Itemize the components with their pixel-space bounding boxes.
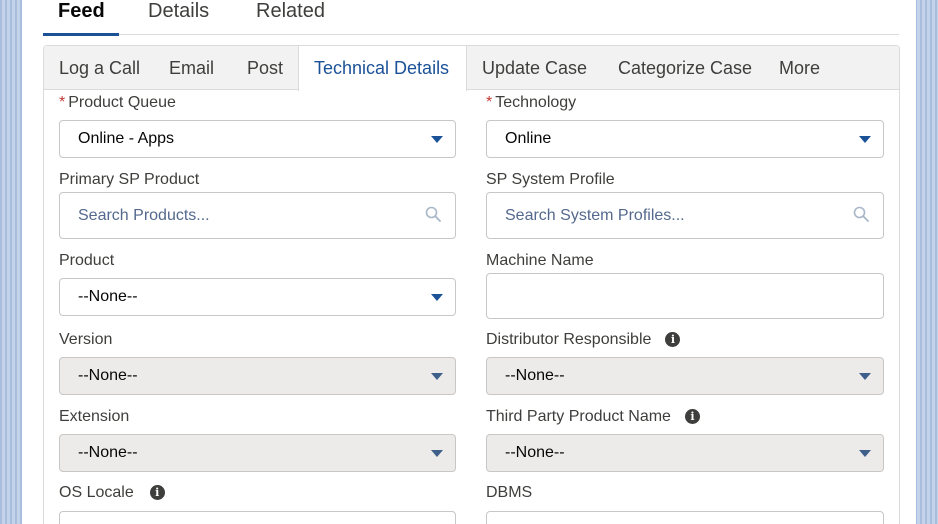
technology-label-text: Technology — [495, 94, 577, 111]
tab-post[interactable]: Post — [247, 46, 283, 90]
product-select[interactable]: --None-- — [59, 278, 456, 316]
chevron-down-icon — [859, 136, 871, 143]
tab-feed[interactable]: Feed — [43, 0, 119, 36]
product-label: Product — [59, 252, 115, 269]
product-queue-select[interactable]: Online - Apps — [59, 120, 456, 158]
extension-select[interactable]: --None-- — [59, 434, 456, 472]
technology-label: * Technology — [486, 94, 576, 112]
version-select[interactable]: --None-- — [59, 357, 456, 395]
publisher-panel: Log a Call Email Post Technical Details … — [43, 45, 900, 524]
info-icon[interactable]: i — [684, 409, 700, 425]
third-party-product-name-value: --None-- — [505, 444, 565, 461]
tab-details[interactable]: Details — [148, 0, 209, 35]
technology-value: Online — [505, 130, 552, 147]
info-icon[interactable]: i — [149, 485, 165, 501]
primary-sp-product-label: Primary SP Product — [59, 171, 200, 188]
sp-system-profile-label: SP System Profile — [486, 171, 615, 188]
tab-email[interactable]: Email — [169, 46, 214, 90]
tab-technical-details[interactable]: Technical Details — [298, 46, 467, 91]
chevron-down-icon — [859, 373, 871, 380]
version-value: --None-- — [78, 367, 138, 384]
publisher-tabbar: Log a Call Email Post Technical Details … — [44, 46, 899, 91]
chevron-down-icon — [431, 136, 443, 143]
extension-value: --None-- — [78, 444, 138, 461]
distributor-responsible-value: --None-- — [505, 367, 565, 384]
record-tabs: Feed Details Related — [43, 0, 899, 36]
dbms-label: DBMS — [486, 484, 533, 501]
tab-related[interactable]: Related — [256, 0, 325, 35]
tab-more[interactable]: More — [779, 46, 820, 90]
distributor-responsible-label: Distributor Responsible i — [486, 331, 681, 349]
sp-system-profile-lookup[interactable]: Search System Profiles... — [486, 192, 884, 239]
primary-sp-product-placeholder: Search Products... — [78, 207, 210, 224]
product-queue-label: * Product Queue — [59, 94, 176, 112]
case-record-card: Feed Details Related Log a Call Email Po… — [22, 0, 916, 524]
tab-update-case[interactable]: Update Case — [482, 46, 587, 90]
product-queue-label-text: Product Queue — [68, 94, 176, 111]
primary-sp-product-lookup[interactable]: Search Products... — [59, 192, 456, 239]
chevron-down-icon — [431, 294, 443, 301]
tab-categorize-case[interactable]: Categorize Case — [618, 46, 752, 90]
technology-select[interactable]: Online — [486, 120, 884, 158]
required-marker: * — [486, 94, 493, 111]
distributor-responsible-label-text: Distributor Responsible — [486, 331, 652, 348]
search-icon — [425, 206, 441, 222]
product-value: --None-- — [78, 288, 138, 305]
tab-log-a-call[interactable]: Log a Call — [59, 46, 140, 90]
third-party-product-name-label-text: Third Party Product Name — [486, 408, 671, 425]
sp-system-profile-placeholder: Search System Profiles... — [505, 207, 685, 224]
third-party-product-name-select[interactable]: --None-- — [486, 434, 884, 472]
third-party-product-name-label: Third Party Product Name i — [486, 408, 700, 426]
machine-name-label: Machine Name — [486, 252, 594, 269]
chevron-down-icon — [859, 450, 871, 457]
distributor-responsible-select[interactable]: --None-- — [486, 357, 884, 395]
os-locale-label-text: OS Locale — [59, 484, 134, 501]
os-locale-field[interactable] — [59, 511, 456, 524]
info-icon[interactable]: i — [665, 332, 681, 348]
dbms-field[interactable] — [486, 511, 884, 524]
chevron-down-icon — [431, 450, 443, 457]
product-queue-value: Online - Apps — [78, 130, 175, 147]
version-label: Version — [59, 331, 113, 348]
machine-name-input[interactable] — [486, 273, 884, 319]
extension-label: Extension — [59, 408, 130, 425]
os-locale-label: OS Locale i — [59, 484, 165, 502]
chevron-down-icon — [431, 373, 443, 380]
required-marker: * — [59, 94, 66, 111]
search-icon — [853, 206, 869, 222]
